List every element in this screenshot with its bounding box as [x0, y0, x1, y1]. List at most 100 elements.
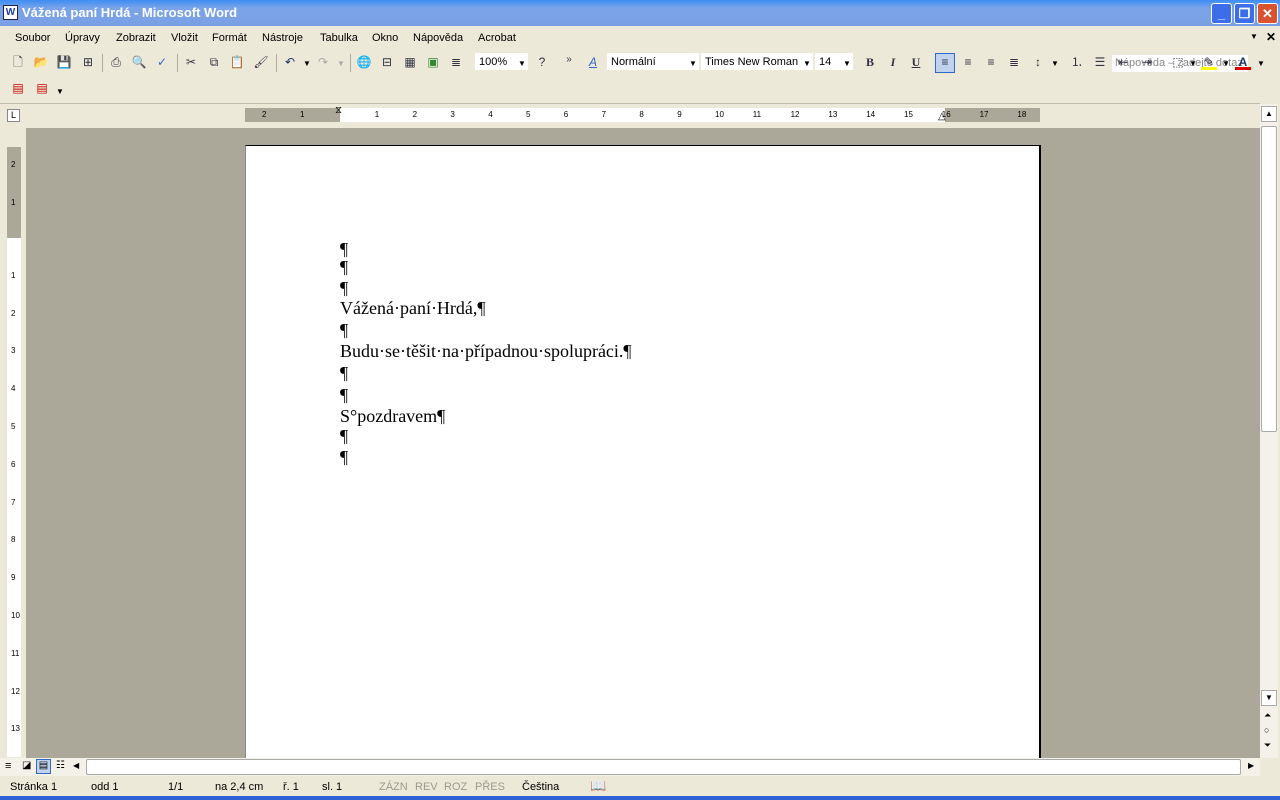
menu-tabulka[interactable]: Tabulka [320, 32, 358, 44]
horizontal-scrollbar[interactable]: ≡ ◪ ▤ ☷ ◀ ▶ [0, 758, 1260, 776]
highlight-icon[interactable]: ✎ [1201, 54, 1217, 70]
previous-page-icon[interactable]: ⏶ [1264, 710, 1271, 721]
status-track-changes[interactable]: REV [415, 781, 438, 793]
horizontal-ruler[interactable]: 2 1 1 2 3 4 5 6 7 8 9 10 11 12 13 14 15 16 17 18 ⧖ △ [245, 105, 1040, 122]
web-layout-icon[interactable]: ◪ [22, 760, 31, 771]
align-center-icon[interactable]: ≡ [960, 54, 976, 70]
document-paragraph[interactable]: ¶ [340, 447, 348, 468]
document-page[interactable] [245, 145, 1041, 765]
cut-icon[interactable]: ✂ [183, 54, 199, 70]
print-preview-icon[interactable]: 🔍 [131, 54, 147, 70]
italic-button[interactable]: I [885, 54, 901, 70]
vertical-scrollbar[interactable]: ▲ ▼ ⏶ ○ ⏷ [1260, 104, 1278, 758]
horizontal-scroll-thumb[interactable] [86, 759, 1241, 775]
status-extend-selection[interactable]: ROZ [444, 781, 467, 793]
scroll-left-button[interactable]: ◀ [73, 761, 79, 770]
align-right-icon[interactable]: ≡ [983, 54, 999, 70]
open-icon[interactable]: 📂 [33, 54, 49, 70]
bold-button[interactable]: B [862, 54, 878, 70]
save-icon[interactable]: 💾 [56, 54, 72, 70]
line-spacing-dropdown-icon[interactable]: ▼ [1051, 59, 1059, 68]
menu-vlozit[interactable]: Vložit [171, 32, 198, 44]
insert-table-icon[interactable]: ▦ [402, 54, 418, 70]
document-paragraph[interactable]: ¶ [340, 257, 348, 278]
outline-view-icon[interactable]: ☷ [56, 760, 65, 771]
copy-icon[interactable]: ⧉ [206, 54, 222, 70]
normal-view-icon[interactable]: ≡ [5, 760, 11, 772]
document-paragraph[interactable]: ¶ [340, 426, 348, 447]
underline-button[interactable]: U [908, 54, 924, 70]
menu-zobrazit[interactable]: Zobrazit [116, 32, 156, 44]
status-overtype[interactable]: PŘES [475, 781, 505, 793]
close-document-icon[interactable]: ✕ [1266, 30, 1276, 44]
undo-dropdown-icon[interactable]: ▼ [303, 59, 311, 68]
decrease-indent-icon[interactable]: ⇤ [1115, 54, 1131, 70]
highlight-dropdown-icon[interactable]: ▼ [1222, 59, 1230, 68]
document-paragraph[interactable]: ¶ [340, 320, 348, 341]
hyperlink-icon[interactable]: 🌐 [356, 54, 372, 70]
menu-nastroje[interactable]: Nástroje [262, 32, 303, 44]
new-document-icon[interactable]: 🗋 [10, 54, 26, 70]
styles-formatting-icon[interactable]: A [585, 54, 601, 70]
menu-napoveda[interactable]: Nápověda [413, 32, 463, 44]
font-size-dropdown-icon[interactable]: ▼ [843, 59, 851, 68]
justify-icon[interactable]: ≣ [1006, 54, 1022, 70]
status-language[interactable]: Čeština [522, 781, 559, 793]
convert-to-pdf-icon[interactable]: ▤ [10, 80, 26, 96]
font-select[interactable]: Times New Roman [701, 53, 813, 70]
permission-icon[interactable]: ⊞ [80, 54, 96, 70]
spelling-status-icon[interactable]: 📖 [590, 778, 606, 794]
paste-icon[interactable]: 📋 [229, 54, 245, 70]
style-dropdown-icon[interactable]: ▼ [689, 59, 697, 68]
menu-okno[interactable]: Okno [372, 32, 398, 44]
pdf-email-icon[interactable]: ▤ [34, 80, 50, 96]
style-select[interactable]: Normální [607, 53, 699, 70]
font-dropdown-icon[interactable]: ▼ [803, 59, 811, 68]
insert-excel-icon[interactable]: ▣ [425, 54, 441, 70]
first-line-indent-marker[interactable]: ⧖ [335, 105, 342, 116]
menu-soubor[interactable]: Soubor [15, 32, 50, 44]
status-record-macro[interactable]: ZÁZN [379, 781, 408, 793]
columns-icon[interactable]: ≣ [448, 54, 464, 70]
scroll-down-button[interactable]: ▼ [1261, 690, 1277, 706]
undo-icon[interactable]: ↶ [282, 54, 298, 70]
restore-button[interactable]: ❐ [1234, 3, 1255, 24]
document-paragraph[interactable]: ¶ [340, 385, 348, 406]
help-dropdown-icon[interactable]: ▼ [1250, 32, 1258, 41]
select-browse-object-icon[interactable]: ○ [1264, 725, 1269, 735]
document-paragraph[interactable]: ¶ [340, 278, 348, 299]
document-paragraph[interactable]: S°pozdravem¶ [340, 406, 445, 427]
document-paragraph[interactable]: ¶ [340, 363, 348, 384]
document-paragraph[interactable]: Budu·se·těšit·na·případnou·spolupráci.¶ [340, 341, 632, 362]
redo-dropdown-icon[interactable]: ▼ [337, 59, 345, 68]
right-indent-marker[interactable]: △ [938, 111, 946, 122]
zoom-dropdown-icon[interactable]: ▼ [518, 59, 526, 68]
vertical-ruler[interactable]: 2 1 1 2 3 4 5 6 7 8 9 10 11 12 13 [7, 147, 21, 757]
word-app-icon[interactable]: W [3, 5, 18, 20]
minimize-button[interactable]: _ [1211, 3, 1232, 24]
bullets-icon[interactable]: ☰ [1092, 54, 1108, 70]
spelling-icon[interactable]: ✓ [154, 54, 170, 70]
format-painter-icon[interactable]: 🖌 [253, 54, 269, 70]
scroll-right-button[interactable]: ▶ [1248, 761, 1254, 770]
increase-indent-icon[interactable]: ⇥ [1139, 54, 1155, 70]
menu-upravy[interactable]: Úpravy [65, 32, 100, 44]
tab-selector-icon[interactable]: L [7, 109, 20, 122]
print-icon[interactable]: ⎙ [108, 54, 124, 70]
scroll-thumb[interactable] [1261, 126, 1277, 432]
help-icon[interactable]: ? [534, 54, 550, 70]
menu-acrobat[interactable]: Acrobat [478, 32, 516, 44]
font-color-icon[interactable]: A [1235, 54, 1251, 70]
menu-format[interactable]: Formát [212, 32, 247, 44]
toolbar-options-icon[interactable]: » [561, 52, 577, 68]
print-layout-icon[interactable]: ▤ [36, 759, 51, 774]
tables-borders-icon[interactable]: ⊟ [379, 54, 395, 70]
next-page-icon[interactable]: ⏷ [1264, 740, 1271, 751]
redo-icon[interactable]: ↷ [315, 54, 331, 70]
borders-icon[interactable]: ⬚ [1170, 54, 1186, 70]
scroll-up-button[interactable]: ▲ [1261, 106, 1277, 122]
line-spacing-icon[interactable]: ↕ [1030, 54, 1046, 70]
font-color-dropdown-icon[interactable]: ▼ [1257, 59, 1265, 68]
numbering-icon[interactable]: ⒈ [1069, 54, 1085, 70]
align-left-icon[interactable]: ≡ [935, 53, 955, 73]
